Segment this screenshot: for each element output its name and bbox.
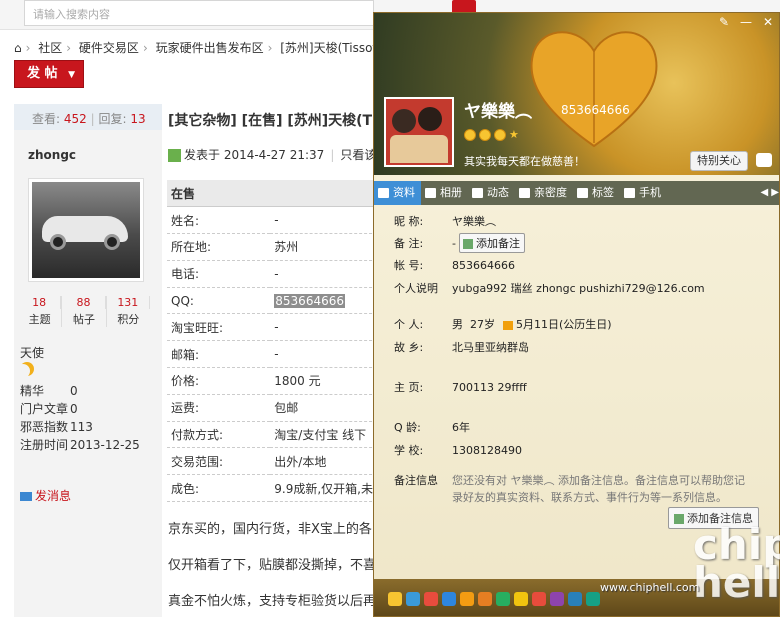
- qq-number-selected[interactable]: 853664666: [274, 293, 345, 308]
- tab-profile[interactable]: 资料: [374, 181, 421, 205]
- phone-icon: [624, 188, 635, 198]
- trade-info-table: 在售 姓名: - 所在地: 苏州 电话: - QQ: 853664666 淘宝旺旺: - …: [167, 180, 377, 503]
- send-message-link[interactable]: 发消息: [20, 487, 71, 504]
- new-post-label: 发 帖: [27, 66, 58, 81]
- moon-rank-icon: [20, 362, 34, 376]
- online-icon: [168, 149, 181, 162]
- replies-label: 回复:: [98, 112, 127, 126]
- star-icon[interactable]: [388, 591, 402, 606]
- author-rank: 天使: [20, 346, 45, 360]
- qq-signature: 其实我每天都在做慈善！: [464, 155, 585, 168]
- note-icon: [674, 514, 684, 524]
- crown-icon: [503, 320, 513, 330]
- view-only-author-link[interactable]: 只看该: [340, 148, 376, 162]
- breadcrumb-item[interactable]: 硬件交易区: [79, 41, 139, 55]
- post-paragraph: 真金不怕火炼，支持专柜验货以后再: [168, 594, 377, 609]
- level-badges[interactable]: ★: [464, 129, 521, 141]
- minimize-icon[interactable]: —: [735, 13, 757, 31]
- app-icon[interactable]: [568, 591, 582, 606]
- table-row: 价格: 1800 元: [167, 367, 377, 395]
- stat-points[interactable]: 131 积分: [107, 296, 150, 327]
- app-icon[interactable]: [424, 591, 438, 606]
- avatar[interactable]: [28, 178, 144, 282]
- chiphell-watermark-logo: chip hell: [693, 520, 780, 607]
- table-row: 电话: -: [167, 260, 377, 288]
- search-input[interactable]: 请输入搜索内容: [24, 0, 374, 26]
- app-icon[interactable]: [586, 591, 600, 606]
- post-stats: 查看: 452 | 回复: 13: [14, 104, 162, 130]
- heart-icon: [519, 188, 530, 198]
- tag-icon: [577, 188, 588, 198]
- views-count: 452: [63, 112, 87, 126]
- replies-count: 13: [130, 112, 146, 126]
- post-paragraph: 京东买的，国内行货，非X宝上的各: [168, 522, 372, 537]
- tab-album[interactable]: 相册: [421, 181, 468, 205]
- album-icon: [425, 188, 436, 198]
- add-note-button[interactable]: 添加备注: [458, 233, 525, 253]
- app-icon[interactable]: [532, 591, 546, 606]
- app-icon[interactable]: [496, 591, 510, 606]
- post-body: 京东买的，国内行货，非X宝上的各 仅开箱看了下，贴膜都没撕掉，不喜 真金不怕火炼…: [168, 512, 378, 620]
- tab-scroll-arrows[interactable]: ◀ ▶: [760, 181, 779, 205]
- watermark-url: www.chiphell.com: [600, 581, 700, 594]
- breadcrumb-item[interactable]: 社区: [38, 41, 62, 55]
- skin-icon[interactable]: ✎: [713, 13, 735, 31]
- post-paragraph: 仅开箱看了下，贴膜都没撕掉，不喜: [168, 558, 377, 573]
- tab-intimacy[interactable]: 亲密度: [515, 181, 573, 205]
- app-icon[interactable]: [442, 591, 456, 606]
- app-icon[interactable]: [406, 591, 420, 606]
- tab-phone[interactable]: 手机: [620, 181, 667, 205]
- window-controls: ✎ — ✕: [713, 13, 779, 31]
- author-name[interactable]: zhongc: [28, 148, 76, 162]
- profile-icon: [378, 188, 389, 198]
- table-row: 淘宝旺旺: -: [167, 313, 377, 342]
- breadcrumb-item[interactable]: [苏州]天梭(Tissot: [280, 41, 377, 55]
- qq-number: 853664666: [561, 103, 630, 117]
- author-stats: 18 主题 88 帖子 131 积分: [18, 296, 150, 327]
- profile-tabs: 资料 相册 动态 亲密度 标签 手机 ◀ ▶: [374, 181, 779, 205]
- views-label: 查看:: [32, 112, 61, 126]
- home-icon[interactable]: ⌂: [14, 41, 22, 55]
- chevron-down-icon: ▼: [68, 70, 75, 80]
- app-icon[interactable]: [550, 591, 564, 606]
- table-row: 所在地: 苏州: [167, 233, 377, 261]
- app-icon[interactable]: [460, 591, 474, 606]
- table-row: 运费: 包邮: [167, 394, 377, 422]
- tab-tags[interactable]: 标签: [573, 181, 620, 205]
- breadcrumb-item[interactable]: 玩家硬件出售发布区: [156, 41, 264, 55]
- author-info: 精华 0 门户文章 0 邪恶指数 113 注册时间 2013-12-25: [20, 384, 140, 452]
- heart-leaf-image: [530, 31, 658, 148]
- post-title: [其它杂物] [在售] [苏州]天梭(Tiss: [168, 113, 394, 129]
- table-row: 邮箱: -: [167, 340, 377, 369]
- qq-avatar[interactable]: [384, 97, 454, 167]
- app-icon[interactable]: [514, 591, 528, 606]
- note-icon: [462, 239, 473, 249]
- feed-icon: [472, 188, 483, 198]
- table-row: QQ: 853664666: [167, 287, 377, 315]
- table-row: 付款方式: 淘宝/支付宝 线下: [167, 421, 377, 449]
- tab-feed[interactable]: 动态: [468, 181, 515, 205]
- table-row: 交易范围: 出外/本地: [167, 447, 377, 476]
- new-post-button[interactable]: 发 帖 ▼: [14, 60, 84, 88]
- stat-threads[interactable]: 18 主题: [18, 296, 63, 327]
- envelope-icon: [20, 492, 32, 501]
- close-icon[interactable]: ✕: [757, 13, 779, 31]
- post-meta: 发表于 2014-4-27 21:37 | 只看该: [168, 146, 376, 163]
- table-row: 成色: 9.9成新,仅开箱,未: [167, 474, 377, 503]
- breadcrumb: ⌂ › 社区 › 硬件交易区 › 玩家硬件出售发布区 › [苏州]天梭(Tissot: [14, 41, 378, 55]
- qq-nickname: ヤ樂樂︵: [464, 102, 532, 122]
- table-header: 在售: [167, 180, 377, 208]
- chat-icon[interactable]: [756, 153, 772, 167]
- stat-posts[interactable]: 88 帖子: [62, 296, 107, 327]
- app-icon[interactable]: [478, 591, 492, 606]
- table-row: 姓名: -: [167, 206, 377, 235]
- special-care-button[interactable]: 特别关心: [690, 151, 748, 171]
